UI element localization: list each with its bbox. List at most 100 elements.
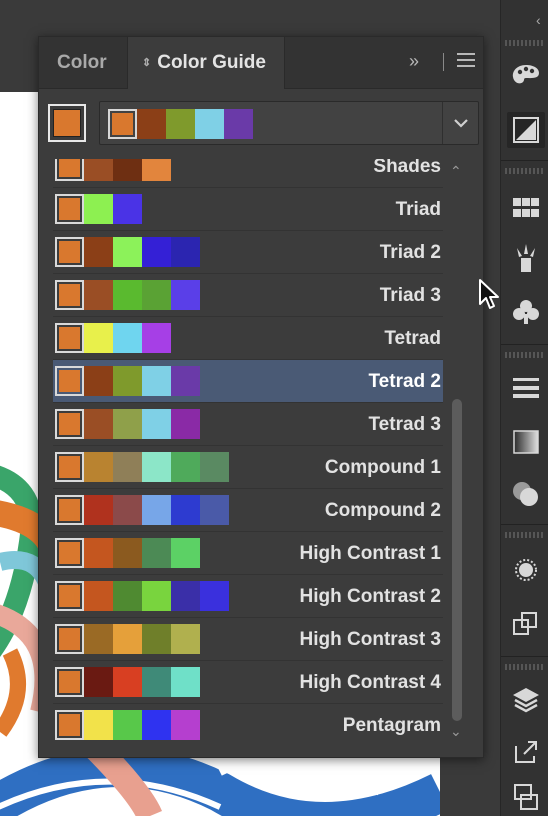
scroll-down-icon[interactable]: ⌄ [450, 723, 462, 740]
rule-swatch [142, 624, 171, 654]
rule-swatch [171, 495, 200, 525]
artboards-icon[interactable] [507, 780, 545, 816]
harmony-rule-label: Shades [373, 159, 441, 177]
palette-icon[interactable] [507, 58, 545, 94]
active-color-group-dropdown[interactable] [99, 101, 479, 145]
rule-swatch [171, 624, 200, 654]
rule-swatch [113, 194, 142, 224]
tab-color-guide[interactable]: ⇕ Color Guide [127, 37, 285, 89]
rule-swatch [113, 624, 142, 654]
rule-base-swatch-fill [59, 413, 80, 435]
graphic-styles-icon[interactable] [507, 606, 545, 642]
harmony-rule-row[interactable]: Shades [53, 159, 443, 188]
tab-color-guide-label: Color Guide [157, 52, 266, 73]
panel-tab-bar: Color ⇕ Color Guide » [39, 37, 483, 89]
scroll-thumb[interactable] [452, 399, 462, 721]
base-color-swatch[interactable] [48, 104, 86, 142]
harmony-rule-swatches [55, 710, 200, 740]
harmony-rule-label: Tetrad 3 [368, 414, 441, 435]
harmony-rule-row[interactable]: Triad 3 [53, 274, 443, 317]
rule-swatch [113, 366, 142, 396]
export-icon[interactable] [507, 734, 545, 770]
rule-swatch [113, 323, 142, 353]
appearance-icon[interactable] [507, 552, 545, 588]
rule-base-swatch-fill [59, 628, 80, 650]
rule-swatch [84, 581, 113, 611]
dock-grip[interactable] [505, 168, 545, 174]
rule-base-swatch [55, 237, 84, 267]
rule-swatch [171, 581, 200, 611]
group-swatch[interactable] [137, 109, 166, 139]
active-color-group-swatches [108, 109, 253, 139]
rule-swatch [171, 409, 200, 439]
color-guide-icon[interactable] [507, 112, 545, 148]
rule-swatch [142, 409, 171, 439]
harmony-rule-row[interactable]: Triad [53, 188, 443, 231]
tab-color[interactable]: Color [43, 37, 121, 89]
rule-base-swatch [55, 710, 84, 740]
harmony-rule-label: High Contrast 1 [299, 543, 441, 564]
group-swatch[interactable] [224, 109, 253, 139]
rule-swatch [142, 452, 171, 482]
harmony-rule-swatches [55, 409, 200, 439]
rule-base-swatch [55, 280, 84, 310]
rule-base-swatch-fill [59, 370, 80, 392]
color-guide-panel: Color ⇕ Color Guide » Shades Triad Triad 2… [38, 36, 484, 758]
symbols-icon[interactable] [507, 294, 545, 330]
rule-base-swatch-fill [59, 198, 80, 220]
list-scrollbar[interactable]: ⌃ ⌄ [447, 159, 469, 745]
harmony-rule-swatches [55, 323, 171, 353]
layers-icon[interactable] [507, 682, 545, 718]
group-swatch[interactable] [166, 109, 195, 139]
rule-swatch [84, 538, 113, 568]
hamburger-icon[interactable] [457, 53, 475, 71]
rule-base-swatch-fill [59, 241, 80, 263]
harmony-rule-row[interactable]: Pentagram [53, 704, 443, 745]
rule-base-swatch-fill [59, 671, 80, 693]
harmony-rule-swatches [55, 581, 229, 611]
harmony-rule-row[interactable]: High Contrast 4 [53, 661, 443, 704]
rule-swatch [142, 159, 171, 181]
harmony-rule-row[interactable]: High Contrast 2 [53, 575, 443, 618]
harmony-rule-row[interactable]: Compound 2 [53, 489, 443, 532]
gradient-icon[interactable] [507, 424, 545, 460]
harmony-rule-row[interactable]: Tetrad 2 [53, 360, 443, 403]
harmony-rule-swatches [55, 667, 200, 697]
swatches-icon[interactable] [507, 190, 545, 226]
harmony-rule-row[interactable]: Tetrad 3 [53, 403, 443, 446]
harmony-rule-row[interactable]: Triad 2 [53, 231, 443, 274]
rule-base-swatch [55, 323, 84, 353]
rule-base-swatch [55, 624, 84, 654]
chevron-down-icon[interactable] [452, 114, 470, 132]
expand-panel-icon[interactable]: » [409, 51, 419, 72]
scroll-up-icon[interactable]: ⌃ [450, 163, 462, 180]
rule-swatch [113, 495, 142, 525]
harmony-rule-row[interactable]: High Contrast 3 [53, 618, 443, 661]
rule-base-swatch [55, 538, 84, 568]
dock-grip[interactable] [505, 40, 545, 46]
group-base-swatch[interactable] [108, 109, 137, 139]
harmony-rule-swatches [55, 237, 200, 267]
rule-swatch [171, 452, 200, 482]
harmony-rule-row[interactable]: High Contrast 1 [53, 532, 443, 575]
transparency-icon[interactable] [507, 476, 545, 512]
brushes-icon[interactable] [507, 240, 545, 276]
dock-grip[interactable] [505, 352, 545, 358]
rule-swatch [113, 237, 142, 267]
rule-swatch [171, 667, 200, 697]
dock-grip[interactable] [505, 664, 545, 670]
dock-grip[interactable] [505, 532, 545, 538]
rule-base-swatch-fill [59, 542, 80, 564]
group-base-swatch-fill [112, 113, 133, 135]
group-swatch[interactable] [195, 109, 224, 139]
harmony-rule-row[interactable]: Tetrad [53, 317, 443, 360]
rule-swatch [113, 538, 142, 568]
harmony-rules-list: Shades Triad Triad 2 Triad 3 Tetrad Tetrad 2 T… [53, 159, 443, 745]
rule-swatch [113, 280, 142, 310]
harmony-rule-label: Triad 2 [379, 242, 441, 263]
harmony-rule-row[interactable]: Compound 1 [53, 446, 443, 489]
harmony-rule-label: Compound 2 [324, 500, 441, 521]
collapse-dock-icon[interactable]: ‹ [536, 12, 541, 28]
stroke-icon[interactable] [507, 370, 545, 406]
rule-swatch [113, 667, 142, 697]
